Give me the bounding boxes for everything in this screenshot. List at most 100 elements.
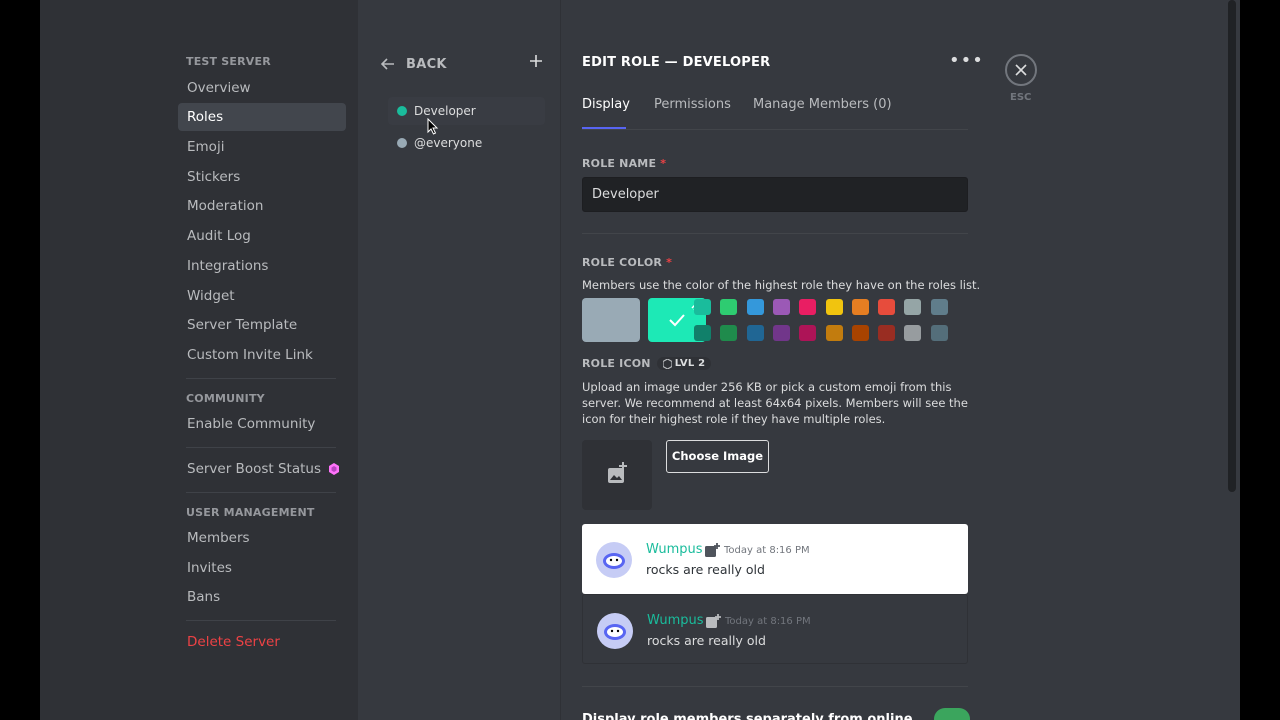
active-tab-underline [582, 127, 626, 129]
display-separately-label: Display role members separately from onl… [582, 712, 913, 720]
tab-permissions[interactable]: Permissions [654, 97, 731, 112]
color-swatch[interactable] [746, 299, 764, 315]
role-name: @everyone [414, 136, 483, 150]
settings-sidebar: TEST SERVER Overview Roles Emoji Sticker… [40, 0, 358, 720]
boost-gem-icon [329, 463, 339, 475]
sidebar-item-members[interactable]: Members [178, 524, 346, 552]
color-swatch[interactable] [772, 325, 790, 341]
section-divider [582, 233, 968, 234]
role-item-everyone[interactable]: @everyone [388, 129, 545, 157]
color-swatch[interactable] [799, 299, 817, 315]
sidebar-item-server-template[interactable]: Server Template [178, 311, 346, 339]
sidebar-item-custom-invite-link[interactable]: Custom Invite Link [178, 341, 346, 369]
color-swatch[interactable] [799, 325, 817, 341]
preview-message: rocks are really old [647, 633, 766, 648]
tab-manage-members[interactable]: Manage Members (0) [753, 97, 892, 112]
esc-label: ESC [1010, 92, 1032, 103]
level-badge: LVL 2 [656, 357, 712, 370]
sidebar-divider [186, 447, 336, 448]
role-color-dot [397, 106, 407, 116]
sidebar-item-invites[interactable]: Invites [178, 554, 346, 582]
sidebar-item-label: Server Boost Status [187, 461, 321, 477]
mouse-cursor-icon [427, 118, 439, 135]
preview-light-theme: Wumpus Today at 8:16 PM rocks are really… [582, 524, 968, 594]
role-icon-description: Upload an image under 256 KB or pick a c… [582, 380, 968, 426]
back-label: BACK [406, 56, 447, 72]
color-swatch[interactable] [930, 325, 948, 341]
display-separately-toggle[interactable] [934, 708, 970, 720]
color-swatch[interactable] [878, 325, 896, 341]
color-swatch[interactable] [825, 299, 843, 315]
sidebar-item-emoji[interactable]: Emoji [178, 133, 346, 161]
wumpus-avatar-icon [603, 553, 625, 569]
sidebar-item-roles[interactable]: Roles [178, 103, 346, 131]
preview-timestamp: Today at 8:16 PM [724, 545, 810, 556]
back-button[interactable]: BACK [380, 56, 447, 72]
sidebar-divider [186, 620, 336, 621]
avatar [596, 542, 632, 578]
role-name-input[interactable]: Developer [582, 177, 968, 212]
page-title: EDIT ROLE — DEVELOPER [582, 55, 771, 70]
sidebar-item-delete-server[interactable]: Delete Server [178, 628, 346, 656]
preview-username: Wumpus [646, 542, 703, 557]
role-item-developer[interactable]: Developer [388, 97, 545, 125]
sidebar-item-enable-community[interactable]: Enable Community [178, 410, 346, 438]
color-swatch[interactable] [772, 299, 790, 315]
color-swatch[interactable] [930, 299, 948, 315]
role-color-description: Members use the color of the highest rol… [582, 278, 981, 292]
color-swatch[interactable] [694, 325, 711, 341]
color-swatch[interactable] [694, 299, 711, 315]
sidebar-item-bans[interactable]: Bans [178, 583, 346, 611]
preview-message: rocks are really old [646, 562, 765, 577]
sidebar-item-widget[interactable]: Widget [178, 282, 346, 310]
arrow-left-icon [380, 58, 394, 70]
close-button[interactable] [1005, 54, 1037, 86]
create-role-plus-icon[interactable] [528, 52, 548, 72]
more-options-icon[interactable]: ••• [949, 52, 984, 70]
color-swatch[interactable] [746, 325, 764, 341]
choose-image-button[interactable]: Choose Image [666, 440, 769, 473]
sidebar-item-moderation[interactable]: Moderation [178, 192, 346, 220]
avatar [597, 613, 633, 649]
sidebar-item-audit-log[interactable]: Audit Log [178, 222, 346, 250]
sidebar-item-stickers[interactable]: Stickers [178, 163, 346, 191]
color-swatch[interactable] [720, 325, 738, 341]
color-swatch[interactable] [878, 299, 896, 315]
user-management-header: USER MANAGEMENT [186, 506, 315, 519]
role-icon-placeholder-icon [705, 543, 720, 557]
sidebar-divider [186, 492, 336, 493]
sidebar-item-overview[interactable]: Overview [178, 74, 346, 102]
boost-gem-icon [662, 358, 672, 369]
color-swatch[interactable] [851, 299, 869, 315]
role-icon-label: ROLE ICON LVL 2 [582, 357, 712, 370]
sidebar-item-server-boost-status[interactable]: Server Boost Status [178, 455, 346, 483]
server-name-header: TEST SERVER [186, 55, 271, 68]
roles-list-panel: BACK Developer @everyone [358, 0, 561, 720]
role-name-label: ROLE NAME * [582, 157, 667, 170]
role-icon-upload[interactable] [582, 440, 652, 510]
section-divider [582, 686, 968, 687]
wumpus-avatar-icon [604, 624, 626, 640]
role-name: Developer [414, 104, 476, 118]
preview-dark-theme: Wumpus Today at 8:16 PM rocks are really… [582, 594, 968, 664]
color-swatch[interactable] [904, 325, 922, 341]
color-swatch[interactable] [851, 325, 869, 341]
default-color-swatch[interactable] [582, 298, 640, 342]
preview-username: Wumpus [647, 613, 704, 628]
tab-display[interactable]: Display [582, 97, 630, 112]
close-icon [1015, 64, 1027, 76]
scrollbar[interactable] [1228, 0, 1236, 492]
role-icon-placeholder-icon [706, 614, 721, 628]
add-image-icon [608, 462, 627, 483]
color-swatch[interactable] [720, 299, 738, 315]
sidebar-divider [186, 378, 336, 379]
role-color-label: ROLE COLOR * [582, 256, 673, 269]
preview-timestamp: Today at 8:16 PM [725, 616, 811, 627]
role-color-dot [397, 138, 407, 148]
community-header: COMMUNITY [186, 392, 265, 405]
edit-role-tabs: Display Permissions Manage Members (0) [582, 97, 968, 130]
color-swatch[interactable] [825, 325, 843, 341]
app-window: TEST SERVER Overview Roles Emoji Sticker… [40, 0, 1240, 720]
sidebar-item-integrations[interactable]: Integrations [178, 252, 346, 280]
color-swatch[interactable] [904, 299, 922, 315]
